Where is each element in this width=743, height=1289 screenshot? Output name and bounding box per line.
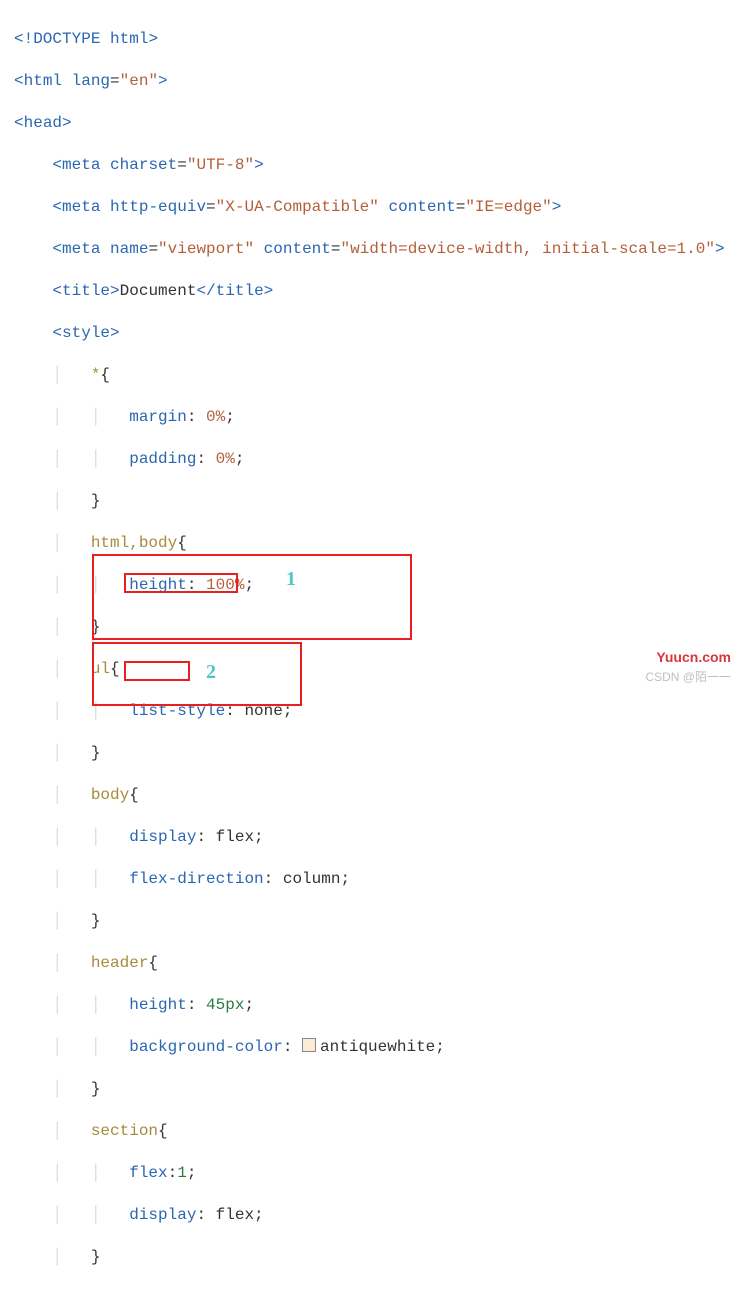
code-line: │ }	[14, 1247, 743, 1268]
annotation-1: 1	[286, 569, 296, 590]
code-line: │ │ padding: 0%;	[14, 449, 743, 470]
code-line: │ }	[14, 743, 743, 764]
watermark-author: CSDN @陌一一	[645, 667, 731, 688]
code-line: │ }	[14, 1079, 743, 1100]
highlight-box-height	[124, 573, 238, 593]
code-line: │ │ height: 45px;	[14, 995, 743, 1016]
code-line: │ }	[14, 911, 743, 932]
code-line: │ header{	[14, 953, 743, 974]
code-line: │ │ display: flex;	[14, 827, 743, 848]
code-line: <meta charset="UTF-8">	[14, 155, 743, 176]
code-line: <!DOCTYPE html>	[14, 29, 743, 50]
code-line: <head>	[14, 113, 743, 134]
watermark-site: Yuucn.com	[656, 647, 731, 668]
code-line: │ *{	[14, 365, 743, 386]
code-line: <meta name="viewport" content="width=dev…	[14, 239, 743, 260]
highlight-box-header	[92, 554, 412, 640]
code-line: │ }	[14, 491, 743, 512]
code-line: <style>	[14, 323, 743, 344]
code-line: │ │ display: flex;	[14, 1205, 743, 1226]
color-swatch-icon	[302, 1038, 316, 1052]
code-line: <html lang="en">	[14, 71, 743, 92]
highlight-box-flex1	[124, 661, 190, 681]
code-line: │ │ background-color: antiquewhite;	[14, 1037, 743, 1058]
code-line: │ │ flex:1;	[14, 1163, 743, 1184]
code-line: │ html,body{	[14, 533, 743, 554]
code-line: │ section{	[14, 1121, 743, 1142]
code-line: │ │ flex-direction: column;	[14, 869, 743, 890]
code-line: │ │ margin: 0%;	[14, 407, 743, 428]
code-line: <meta http-equiv="X-UA-Compatible" conte…	[14, 197, 743, 218]
code-line: <title>Document</title>	[14, 281, 743, 302]
code-line: │ body{	[14, 785, 743, 806]
annotation-2: 2	[206, 662, 216, 683]
